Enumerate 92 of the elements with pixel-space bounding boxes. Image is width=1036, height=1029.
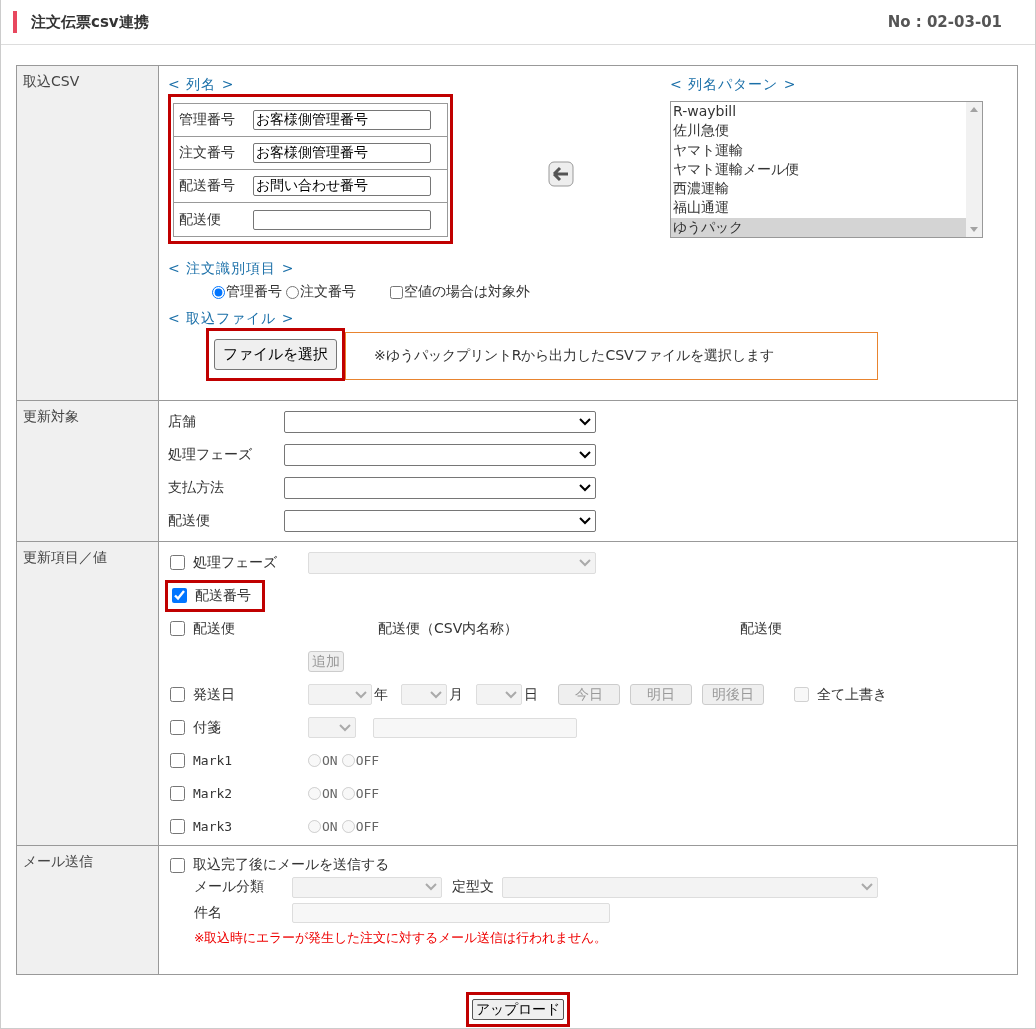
- checkbox[interactable]: [170, 621, 185, 636]
- select-field[interactable]: [284, 443, 596, 466]
- input-field[interactable]: お客様側管理番号: [253, 110, 431, 130]
- filter-label: 店舗: [168, 412, 197, 431]
- arrow-left-icon[interactable]: [547, 161, 574, 187]
- option-label: OFF: [355, 819, 380, 834]
- column-heading: 配送便（CSV内名称）: [378, 619, 520, 638]
- select-field[interactable]: [284, 476, 596, 499]
- scrollbar[interactable]: [966, 102, 982, 237]
- option-label: ON: [322, 786, 338, 801]
- dropdown-caret-icon: [579, 483, 591, 492]
- section-label: 更新項目／値: [17, 542, 159, 846]
- option-label: ON: [322, 753, 338, 768]
- scroll-down-icon[interactable]: [970, 227, 978, 233]
- column-heading: 配送便: [740, 619, 782, 638]
- field-label: メール分類: [194, 878, 265, 896]
- option-label: 全て上書き: [817, 685, 887, 704]
- checkbox[interactable]: [170, 819, 185, 834]
- option-label: OFF: [355, 753, 380, 768]
- list-option[interactable]: ゆうパック: [671, 217, 966, 237]
- item-label: Mark2: [193, 786, 233, 801]
- warning-text: ※取込時にエラーが発生した注文に対するメール送信は行われません。: [194, 930, 609, 947]
- dropdown-caret-icon: [579, 450, 591, 459]
- dropdown-caret-icon: [579, 558, 591, 567]
- section-label: 取込CSV: [17, 66, 159, 401]
- select-field[interactable]: [284, 509, 596, 532]
- field-label: 配送番号: [179, 177, 236, 195]
- item-label: 発送日: [193, 685, 235, 704]
- item-label: 配送便: [193, 619, 235, 638]
- section-label: 更新対象: [17, 401, 159, 542]
- list-option[interactable]: ヤマト運輸: [671, 140, 966, 160]
- section-label: メール送信: [17, 846, 159, 974]
- option-label: 管理番号: [226, 283, 282, 301]
- choose-file-button[interactable]: ファイルを選択: [214, 339, 337, 370]
- filter-label: 配送便: [168, 511, 211, 530]
- note-callout: ※ゆうパックプリントRから出力したCSVファイルを選択します: [345, 332, 878, 380]
- input-field[interactable]: [253, 209, 431, 230]
- dropdown-caret-icon: [861, 883, 873, 891]
- option-label: OFF: [355, 786, 380, 801]
- item-label: Mark3: [193, 819, 233, 834]
- dropdown-caret-icon: [579, 417, 591, 426]
- item-label: 配送番号: [195, 586, 251, 605]
- list-option[interactable]: 西濃運輸: [671, 179, 966, 199]
- unit-label: 年: [374, 685, 388, 704]
- checkbox[interactable]: [170, 720, 185, 735]
- checkbox[interactable]: [170, 857, 185, 873]
- scroll-up-icon[interactable]: [970, 106, 978, 112]
- section-heading: < 注文識別項目 >: [168, 259, 296, 278]
- checkbox[interactable]: [170, 786, 185, 801]
- input-field[interactable]: お客様側管理番号: [253, 143, 431, 163]
- page-title: 注文伝票csv連携: [13, 11, 149, 33]
- filter-label: 処理フェーズ: [168, 445, 253, 464]
- checkbox[interactable]: [172, 588, 187, 603]
- option-label: ON: [322, 819, 338, 834]
- unit-label: 日: [524, 685, 538, 704]
- section-heading: < 取込ファイル >: [168, 309, 296, 328]
- dropdown-caret-icon: [505, 690, 517, 699]
- dropdown-caret-icon: [430, 690, 442, 699]
- unit-label: 月: [449, 685, 463, 704]
- dropdown-caret-icon: [425, 883, 437, 891]
- section-heading: < 列名パターン >: [670, 75, 798, 94]
- checkbox[interactable]: [170, 753, 185, 768]
- page-number: No : 02-03-01: [887, 13, 1002, 31]
- item-label: 処理フェーズ: [193, 553, 277, 572]
- checkbox[interactable]: [170, 555, 185, 570]
- checkbox[interactable]: [390, 285, 403, 299]
- field-label: 定型文: [452, 878, 494, 896]
- list-option[interactable]: 佐川急便: [671, 121, 966, 141]
- option-label: 空値の場合は対象外: [404, 283, 530, 301]
- section-heading: < 列名 >: [168, 75, 236, 94]
- field-label: 配送便: [179, 210, 222, 229]
- option-label: 取込完了後にメールを送信する: [193, 856, 389, 874]
- radio-button[interactable]: [286, 285, 299, 299]
- list-option[interactable]: R-waybill: [671, 102, 966, 122]
- option-label: 注文番号: [300, 283, 356, 301]
- list-option[interactable]: ヤマト運輸メール便: [671, 159, 966, 180]
- field-label: 管理番号: [179, 111, 236, 129]
- item-label: 付箋: [193, 718, 221, 737]
- select-field[interactable]: [284, 410, 596, 433]
- field-label: 注文番号: [179, 144, 236, 162]
- input-field[interactable]: お問い合わせ番号: [253, 176, 431, 196]
- radio-button[interactable]: [212, 285, 225, 299]
- list-option[interactable]: 福山通運: [671, 198, 966, 218]
- dropdown-caret-icon: [355, 690, 367, 699]
- upload-button[interactable]: アップロード: [472, 999, 564, 1020]
- field-label: 件名: [194, 904, 223, 922]
- filter-label: 支払方法: [168, 478, 225, 497]
- dropdown-caret-icon: [579, 516, 591, 525]
- dropdown-caret-icon: [339, 723, 351, 732]
- pattern-listbox[interactable]: R-waybill 佐川急便 ヤマト運輸 ヤマト運輸メール便 西濃運輸 福山通運 ゆうパック: [670, 101, 983, 238]
- checkbox[interactable]: [170, 687, 185, 702]
- item-label: Mark1: [193, 753, 233, 768]
